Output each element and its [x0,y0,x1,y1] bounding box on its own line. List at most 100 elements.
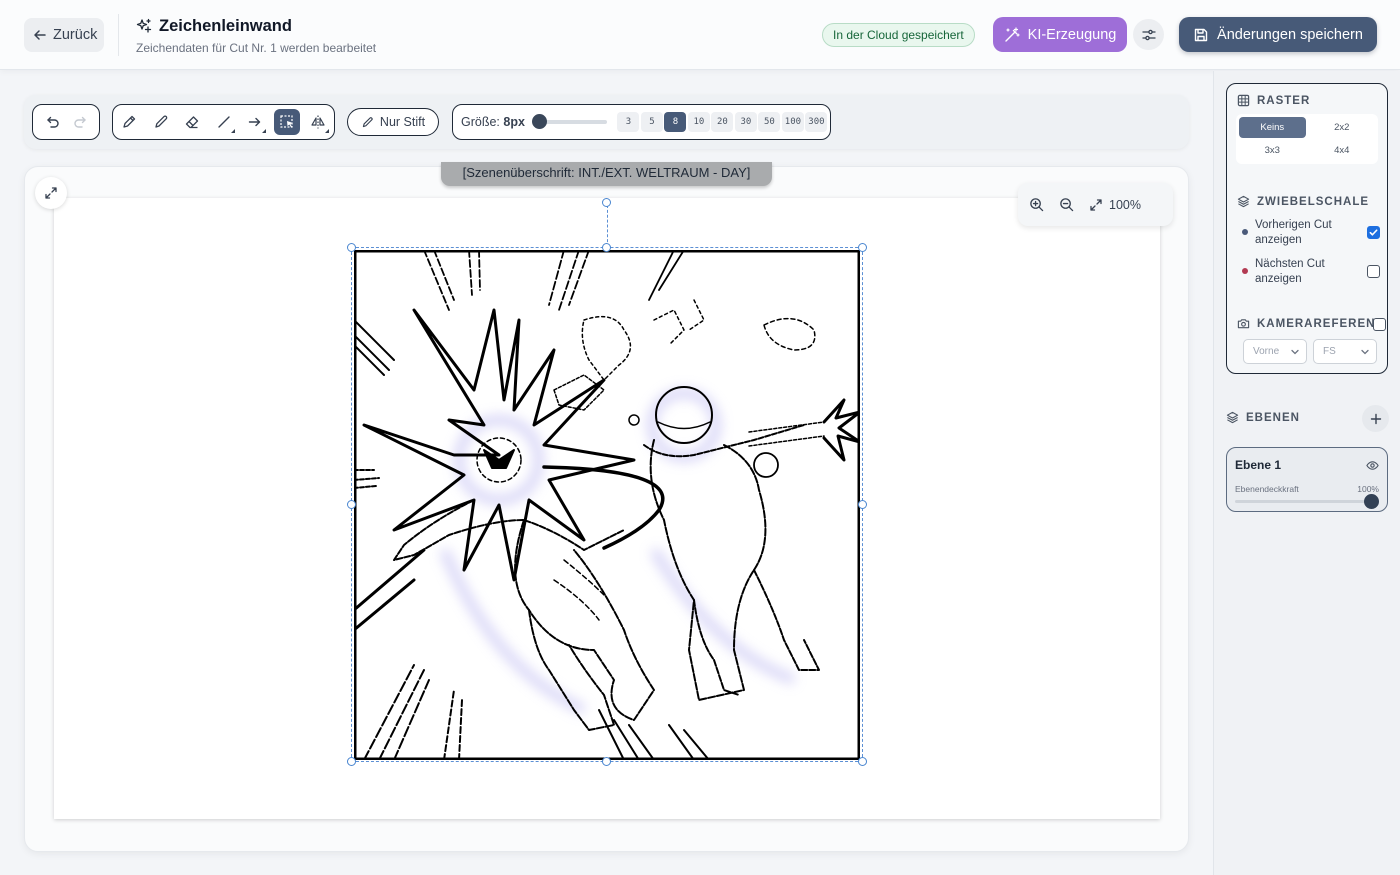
eraser-tool-button[interactable] [179,109,205,135]
title-block: Zeichenleinwand Zeichendaten für Cut Nr.… [118,14,376,56]
selection-box[interactable] [351,247,863,762]
flip-tool-button[interactable] [305,109,331,135]
save-changes-label: Änderungen speichern [1217,26,1363,43]
size-option[interactable]: 8 [664,112,687,132]
grid-option[interactable]: 4x4 [1309,141,1376,162]
size-slider-knob[interactable] [531,114,547,129]
checkmark-icon [1369,229,1378,236]
undo-button[interactable] [39,109,65,135]
add-layer-button[interactable] [1362,405,1389,432]
size-option[interactable]: 100 [781,112,804,132]
rotation-guide [607,205,608,247]
size-option[interactable]: 300 [805,112,828,132]
expand-icon [1090,198,1102,211]
size-option[interactable]: 20 [711,112,734,132]
camera-icon [1237,319,1250,329]
onion-section-header: ZWIEBELSCHALE [1237,195,1369,208]
sparkles-icon [136,18,152,33]
settings-toggle-button[interactable] [1133,19,1164,50]
onion-next-checkbox[interactable] [1367,265,1380,278]
line-tool-button[interactable] [211,109,237,135]
camera-view-select[interactable]: Vorne [1243,339,1307,364]
plus-icon [1370,413,1381,424]
brush-size-group: Größe: 8px 3 5 8 10 20 30 50 100 300 [452,104,831,140]
undo-icon [46,116,59,128]
onion-section-title: ZWIEBELSCHALE [1257,195,1370,208]
onion-next-label: Nächsten Cut anzeigen [1255,258,1325,285]
size-option[interactable]: 50 [758,112,781,132]
layer-name: Ebene 1 [1235,458,1282,472]
grid-section-title: RASTER [1257,94,1311,107]
pen-tool-button[interactable] [148,109,174,135]
arrow-icon [248,117,261,127]
cloud-status-badge: In der Cloud gespeichert [822,23,975,47]
resize-handle-s[interactable] [602,757,611,766]
resize-handle-e[interactable] [858,500,867,509]
grid-option[interactable]: 3x3 [1239,141,1306,162]
pencil-icon [123,115,136,128]
previous-color-dot [1242,229,1248,235]
submenu-indicator-icon [230,129,235,133]
page-title: Zeichenleinwand [159,16,292,35]
size-option[interactable]: 5 [640,112,663,132]
grid-option[interactable]: 2x2 [1309,117,1376,138]
chevron-down-icon [1361,349,1369,355]
onion-previous-checkbox[interactable] [1367,226,1380,239]
arrow-left-icon [34,30,46,40]
zoom-out-icon[interactable] [1059,197,1074,212]
layers-section-title: EBENEN [1246,411,1300,424]
size-label: Größe: 8px [461,115,525,129]
pencil-tool-button[interactable] [116,109,142,135]
fullscreen-button[interactable] [35,177,67,209]
camera-shot-select[interactable]: FS [1313,339,1377,364]
camera-section-title: KAMERAREFERENZ [1257,317,1384,330]
rotate-handle[interactable] [602,198,611,207]
save-changes-button[interactable]: Änderungen speichern [1179,17,1377,52]
line-icon [217,116,230,128]
arrow-tool-button[interactable] [242,109,268,135]
size-option[interactable]: 10 [687,112,710,132]
layer-item[interactable]: Ebene 1 Ebenendeckkraft 100% [1226,447,1388,512]
resize-handle-ne[interactable] [858,243,867,252]
camera-view-value: Vorne [1253,346,1280,357]
redo-button[interactable] [68,109,94,135]
chevron-down-icon [1291,349,1299,355]
camera-reference-checkbox[interactable] [1373,318,1386,331]
grid-option[interactable]: Keins [1239,117,1306,138]
zoom-level: 100% [1109,197,1141,212]
onion-next-row[interactable]: Nächsten Cut anzeigen [1242,257,1380,287]
history-group [32,104,100,140]
layer-opacity-slider[interactable] [1235,500,1372,503]
resize-handle-nw[interactable] [347,243,356,252]
pen-icon [362,116,373,127]
layers-section-header: EBENEN [1226,411,1300,424]
eraser-icon [185,116,199,129]
onion-previous-row[interactable]: Vorherigen Cut anzeigen [1242,218,1380,248]
expand-icon [45,187,57,199]
submenu-indicator-icon [325,129,329,133]
size-option[interactable]: 3 [617,112,640,132]
resize-handle-w[interactable] [347,500,356,509]
layer-opacity-knob[interactable] [1364,494,1379,509]
ai-generate-button[interactable]: KI-Erzeugung [993,17,1127,52]
select-tool-button[interactable] [273,109,300,135]
back-label: Zurück [53,27,98,43]
size-option[interactable]: 30 [734,112,757,132]
ai-generate-label: KI-Erzeugung [1027,26,1117,43]
zoom-in-icon[interactable] [1029,197,1044,212]
page-subtitle: Zeichendaten für Cut Nr. 1 werden bearbe… [136,41,377,55]
size-slider[interactable] [531,114,607,129]
camera-section-header: KAMERAREFERENZ [1237,317,1383,330]
resize-handle-se[interactable] [858,757,867,766]
pen-only-toggle[interactable]: Nur Stift [347,108,439,136]
layers-icon [1237,195,1250,208]
zoom-reset-button[interactable]: 100% [1089,198,1141,212]
drawing-tools-group [112,104,335,140]
eye-icon[interactable] [1366,459,1379,472]
submenu-indicator-icon [262,129,266,133]
back-button[interactable]: Zurück [24,18,104,52]
resize-handle-sw[interactable] [347,757,356,766]
resize-handle-n[interactable] [602,243,611,252]
zoom-controls: 100% [1018,183,1173,226]
layer-opacity-label: Ebenendeckkraft [1235,484,1299,494]
